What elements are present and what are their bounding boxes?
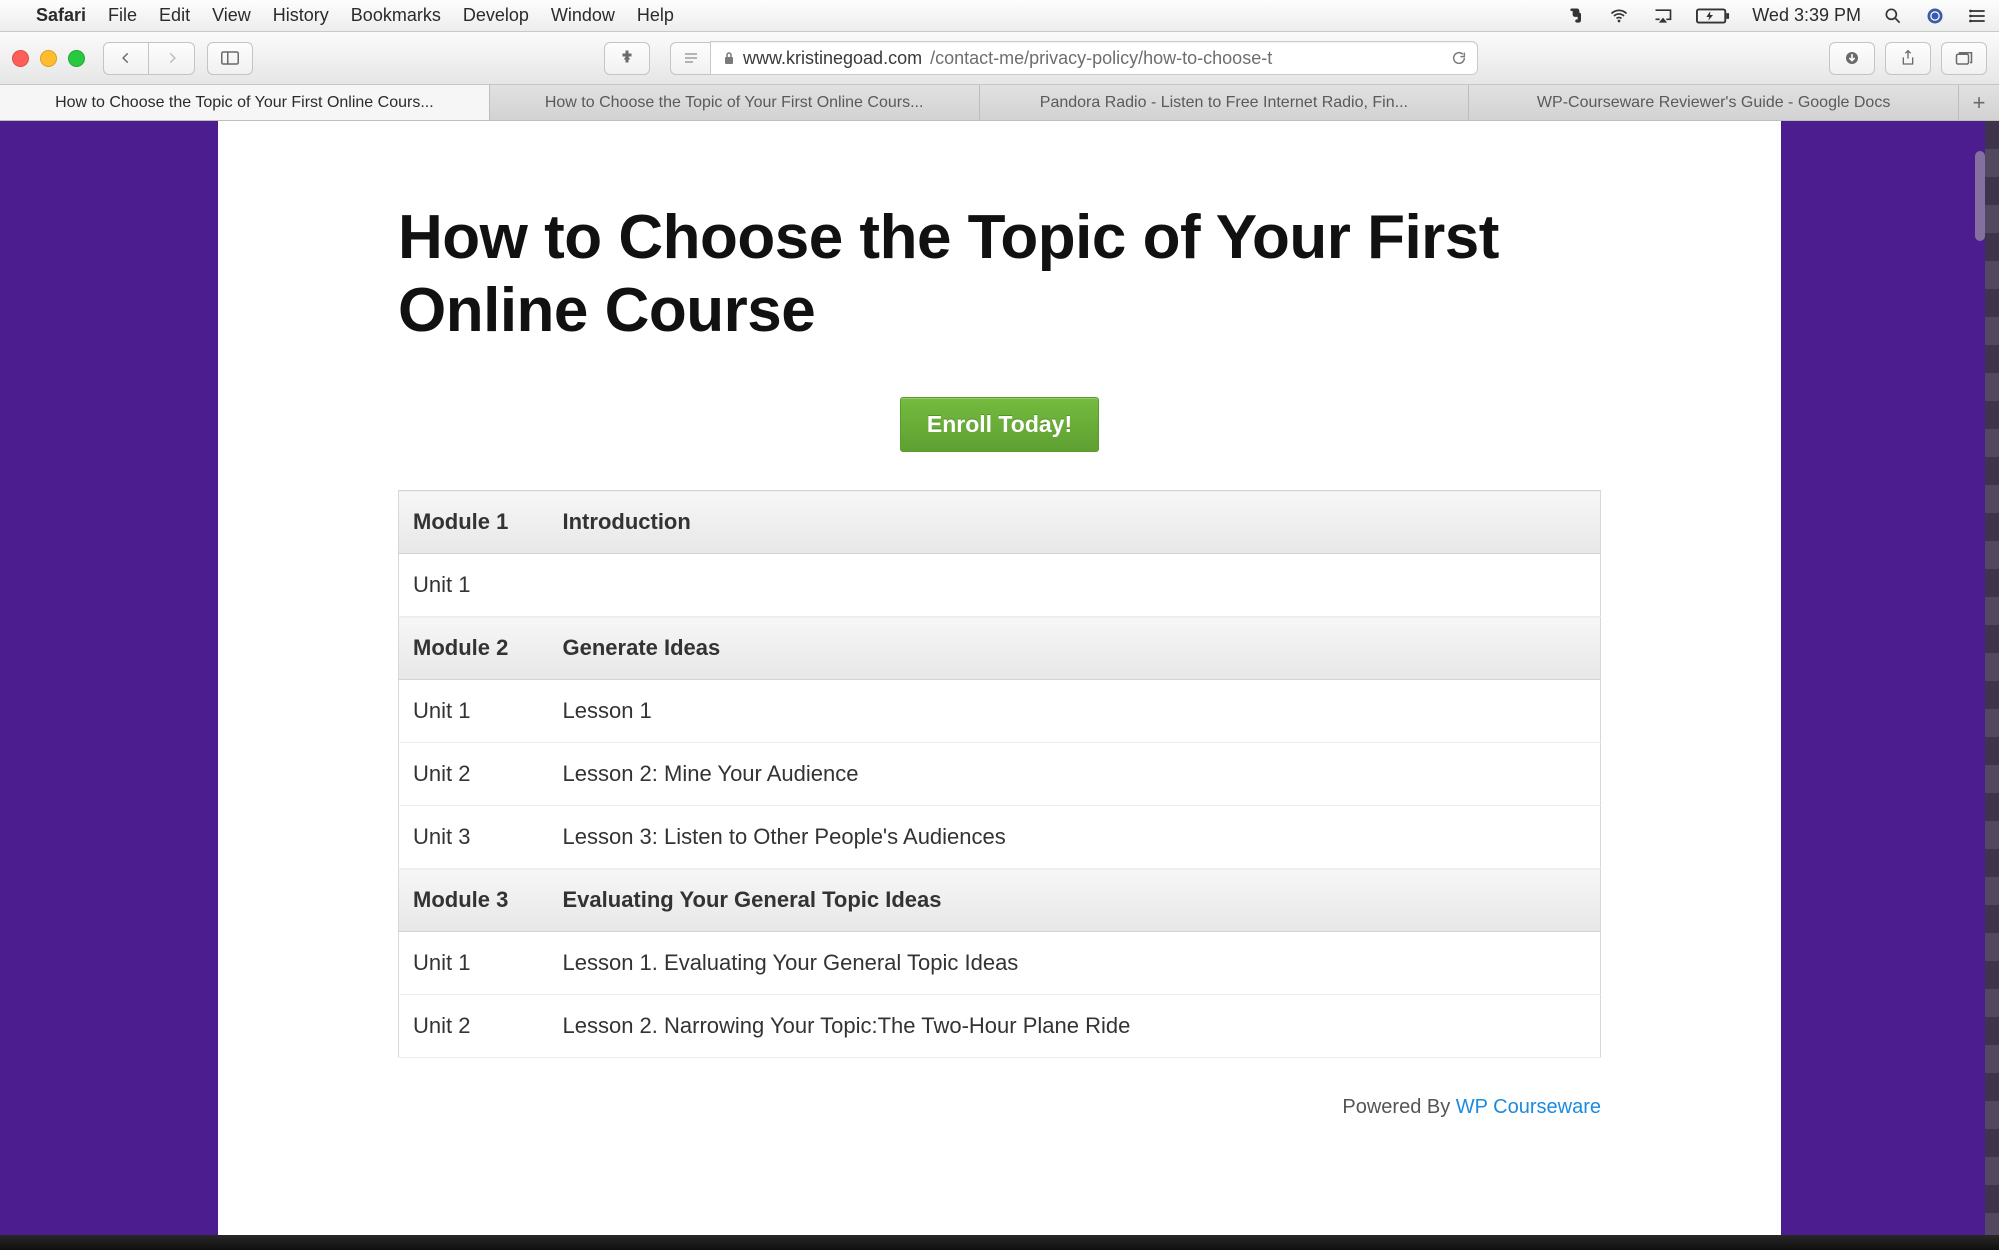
close-window-button[interactable]: [12, 50, 29, 67]
airplay-icon[interactable]: [1652, 6, 1674, 26]
menu-help[interactable]: Help: [637, 5, 674, 26]
row-label: Module 2: [399, 617, 549, 680]
tab-0[interactable]: How to Choose the Topic of Your First On…: [0, 85, 490, 120]
menu-bookmarks[interactable]: Bookmarks: [351, 5, 441, 26]
menubar-right: Wed 3:39 PM: [1566, 5, 1989, 26]
menu-edit[interactable]: Edit: [159, 5, 190, 26]
module-row: Module 1Introduction: [399, 491, 1601, 554]
address-bar[interactable]: www.kristinegoad.com/contact-me/privacy-…: [710, 41, 1478, 75]
extension-icon[interactable]: [604, 42, 650, 75]
sidebar-toggle-button[interactable]: [207, 42, 253, 75]
row-title: Evaluating Your General Topic Ideas: [549, 869, 1601, 932]
window-controls: [12, 50, 85, 67]
back-button[interactable]: [103, 42, 149, 75]
tab-1[interactable]: How to Choose the Topic of Your First On…: [490, 85, 980, 120]
evernote-icon[interactable]: [1566, 6, 1586, 26]
powered-by: Powered By WP Courseware: [398, 1096, 1601, 1119]
module-row: Module 3Evaluating Your General Topic Id…: [399, 869, 1601, 932]
nav-buttons: [103, 42, 195, 75]
reader-button[interactable]: [670, 42, 710, 75]
tab-2[interactable]: Pandora Radio - Listen to Free Internet …: [980, 85, 1470, 120]
course-outline-table: Module 1IntroductionUnit 1Module 2Genera…: [398, 490, 1601, 1058]
share-button[interactable]: [1885, 42, 1931, 75]
unit-row[interactable]: Unit 2Lesson 2. Narrowing Your Topic:The…: [399, 995, 1601, 1058]
dock-hint: [0, 1235, 1999, 1250]
scrollbar-thumb[interactable]: [1975, 151, 1985, 241]
minimize-window-button[interactable]: [40, 50, 57, 67]
tab-3[interactable]: WP-Courseware Reviewer's Guide - Google …: [1469, 85, 1959, 120]
fullscreen-window-button[interactable]: [68, 50, 85, 67]
unit-row[interactable]: Unit 3Lesson 3: Listen to Other People's…: [399, 806, 1601, 869]
row-title: Lesson 1. Evaluating Your General Topic …: [549, 932, 1601, 995]
tab-strip: How to Choose the Topic of Your First On…: [0, 85, 1999, 121]
clock[interactable]: Wed 3:39 PM: [1752, 5, 1861, 26]
row-label: Unit 3: [399, 806, 549, 869]
new-tab-button[interactable]: +: [1959, 85, 1999, 120]
app-name[interactable]: Safari: [36, 5, 86, 26]
row-title: Lesson 3: Listen to Other People's Audie…: [549, 806, 1601, 869]
lock-icon: [723, 51, 735, 65]
menu-view[interactable]: View: [212, 5, 251, 26]
row-title: Introduction: [549, 491, 1601, 554]
unit-row[interactable]: Unit 2Lesson 2: Mine Your Audience: [399, 743, 1601, 806]
row-label: Unit 1: [399, 932, 549, 995]
row-title: [549, 554, 1601, 617]
row-label: Unit 1: [399, 554, 549, 617]
row-title: Lesson 2. Narrowing Your Topic:The Two-H…: [549, 995, 1601, 1058]
wp-courseware-link[interactable]: WP Courseware: [1456, 1096, 1601, 1118]
notification-center-icon[interactable]: [1967, 6, 1989, 26]
row-label: Unit 2: [399, 995, 549, 1058]
enroll-wrap: Enroll Today!: [398, 397, 1601, 452]
row-title: Generate Ideas: [549, 617, 1601, 680]
row-title: Lesson 2: Mine Your Audience: [549, 743, 1601, 806]
row-label: Unit 1: [399, 680, 549, 743]
page-title: How to Choose the Topic of Your First On…: [398, 201, 1601, 347]
unit-row[interactable]: Unit 1Lesson 1. Evaluating Your General …: [399, 932, 1601, 995]
row-title: Lesson 1: [549, 680, 1601, 743]
siri-icon[interactable]: [1925, 6, 1945, 26]
row-label: Module 3: [399, 869, 549, 932]
unit-row[interactable]: Unit 1Lesson 1: [399, 680, 1601, 743]
menubar-left: Safari File Edit View History Bookmarks …: [10, 5, 674, 26]
page-content: How to Choose the Topic of Your First On…: [218, 121, 1781, 1250]
safari-toolbar: www.kristinegoad.com/contact-me/privacy-…: [0, 32, 1999, 85]
reload-icon[interactable]: [1451, 50, 1467, 66]
row-label: Module 1: [399, 491, 549, 554]
page-viewport: How to Choose the Topic of Your First On…: [0, 121, 1999, 1250]
spotlight-search-icon[interactable]: [1883, 6, 1903, 26]
downloads-button[interactable]: [1829, 42, 1875, 75]
module-row: Module 2Generate Ideas: [399, 617, 1601, 680]
address-bar-wrap: www.kristinegoad.com/contact-me/privacy-…: [670, 41, 1478, 75]
toolbar-right: [1829, 42, 1987, 75]
tabs-overview-button[interactable]: [1941, 42, 1987, 75]
enroll-button[interactable]: Enroll Today!: [900, 397, 1099, 452]
menu-file[interactable]: File: [108, 5, 137, 26]
powered-by-text: Powered By: [1342, 1096, 1455, 1118]
address-host: www.kristinegoad.com: [743, 48, 922, 69]
wifi-icon[interactable]: [1608, 6, 1630, 26]
row-label: Unit 2: [399, 743, 549, 806]
forward-button[interactable]: [149, 42, 195, 75]
safari-window: www.kristinegoad.com/contact-me/privacy-…: [0, 32, 1999, 1250]
battery-charging-icon[interactable]: [1696, 7, 1730, 25]
menu-history[interactable]: History: [273, 5, 329, 26]
address-path: /contact-me/privacy-policy/how-to-choose…: [930, 48, 1272, 69]
menu-develop[interactable]: Develop: [463, 5, 529, 26]
macos-menubar: Safari File Edit View History Bookmarks …: [0, 0, 1999, 32]
unit-row[interactable]: Unit 1: [399, 554, 1601, 617]
menu-window[interactable]: Window: [551, 5, 615, 26]
desktop-peek: [1985, 121, 1999, 1250]
